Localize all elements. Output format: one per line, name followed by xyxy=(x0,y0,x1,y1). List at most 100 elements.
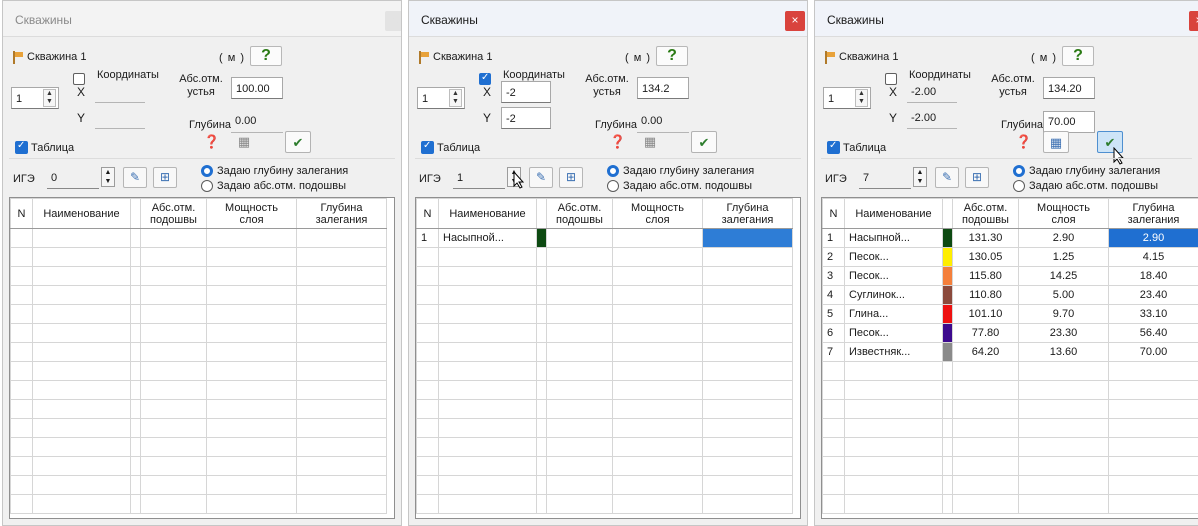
radio-abs[interactable] xyxy=(1013,180,1025,192)
cell-depth[interactable]: 23.40 xyxy=(1108,285,1198,305)
query-icon[interactable]: ❓ xyxy=(1011,131,1037,153)
cell-depth[interactable] xyxy=(296,228,387,248)
cell-thick[interactable] xyxy=(206,456,297,476)
cell-thick[interactable] xyxy=(1018,361,1109,381)
cell-abs[interactable] xyxy=(546,380,613,400)
cell-depth[interactable] xyxy=(702,494,793,514)
cell-thick[interactable] xyxy=(206,228,297,248)
cell-abs[interactable] xyxy=(546,475,613,495)
cell-abs[interactable]: 101.10 xyxy=(952,304,1019,324)
x-field[interactable] xyxy=(95,81,145,103)
cell-color[interactable] xyxy=(536,437,547,457)
cell-abs[interactable] xyxy=(546,437,613,457)
cell-n[interactable] xyxy=(10,456,33,476)
cell-depth[interactable] xyxy=(702,456,793,476)
cell-color[interactable] xyxy=(942,342,953,362)
cell-n[interactable] xyxy=(416,247,439,267)
cell-name[interactable] xyxy=(844,494,943,514)
cell-abs[interactable]: 64.20 xyxy=(952,342,1019,362)
cell-n[interactable] xyxy=(416,323,439,343)
cell-abs[interactable] xyxy=(140,456,207,476)
col-name-header[interactable]: Наименование xyxy=(438,198,537,229)
cell-thick[interactable] xyxy=(612,494,703,514)
cell-color[interactable] xyxy=(942,456,953,476)
cell-color[interactable] xyxy=(130,342,141,362)
table-row[interactable]: 5 Глина... 101.10 9.70 33.10 xyxy=(822,304,1198,324)
cell-depth[interactable] xyxy=(702,247,793,267)
cell-abs[interactable] xyxy=(952,456,1019,476)
ige-spinner-icon[interactable]: ▲▼ xyxy=(913,167,927,187)
cell-color[interactable] xyxy=(130,266,141,286)
well-number-spinner[interactable]: 1 ▲ ▼ xyxy=(417,87,465,109)
cell-depth[interactable] xyxy=(1108,399,1198,419)
spinner-arrows-icon[interactable]: ▲ ▼ xyxy=(43,89,56,107)
abs-mouth-field[interactable]: 134.20 xyxy=(1043,77,1095,99)
cell-name[interactable]: Насыпной... xyxy=(438,228,537,248)
cell-abs[interactable] xyxy=(952,380,1019,400)
radio-abs[interactable] xyxy=(607,180,619,192)
cell-color[interactable] xyxy=(536,285,547,305)
cell-n[interactable]: 1 xyxy=(822,228,845,248)
well-number-spinner[interactable]: 1 ▲ ▼ xyxy=(11,87,59,109)
table-row[interactable] xyxy=(822,456,1198,476)
cell-thick[interactable] xyxy=(612,304,703,324)
col-n-header[interactable]: N xyxy=(416,198,439,229)
col-abs-header[interactable]: Абс.отм. подошвы xyxy=(546,198,613,229)
cell-depth[interactable] xyxy=(296,418,387,438)
col-n-header[interactable]: N xyxy=(822,198,845,229)
cell-abs[interactable] xyxy=(140,437,207,457)
cell-thick[interactable] xyxy=(1018,475,1109,495)
cell-color[interactable] xyxy=(130,494,141,514)
layers-icon[interactable]: ▦ xyxy=(1043,131,1069,153)
table-row[interactable] xyxy=(10,418,387,438)
cell-thick[interactable]: 1.25 xyxy=(1018,247,1109,267)
cell-depth[interactable] xyxy=(702,437,793,457)
ige-field[interactable]: 1 xyxy=(453,167,505,189)
cell-depth[interactable] xyxy=(296,285,387,305)
cell-n[interactable] xyxy=(416,361,439,381)
cell-name[interactable] xyxy=(32,304,131,324)
ige-field[interactable]: 0 xyxy=(47,167,99,189)
cell-abs[interactable]: 130.05 xyxy=(952,247,1019,267)
table-row[interactable] xyxy=(416,418,793,438)
cell-n[interactable] xyxy=(416,418,439,438)
cell-name[interactable] xyxy=(32,380,131,400)
cell-depth[interactable] xyxy=(296,399,387,419)
cell-abs[interactable] xyxy=(546,418,613,438)
depth-field[interactable]: 70.00 xyxy=(1043,111,1095,133)
cell-color[interactable] xyxy=(130,323,141,343)
cell-name[interactable]: Известняк... xyxy=(844,342,943,362)
cell-thick[interactable] xyxy=(612,437,703,457)
table-row[interactable] xyxy=(10,266,387,286)
cell-name[interactable] xyxy=(32,418,131,438)
cell-thick[interactable] xyxy=(1018,399,1109,419)
cell-n[interactable] xyxy=(10,399,33,419)
cell-n[interactable]: 1 xyxy=(416,228,439,248)
cell-name[interactable] xyxy=(844,380,943,400)
cell-name[interactable] xyxy=(438,304,537,324)
table-row[interactable] xyxy=(416,304,793,324)
cell-abs[interactable] xyxy=(546,399,613,419)
cell-thick[interactable] xyxy=(612,266,703,286)
spinner-arrows-icon[interactable]: ▲ ▼ xyxy=(855,89,868,107)
insert-row-icon[interactable]: ⊞ xyxy=(965,167,989,188)
table-row[interactable] xyxy=(10,399,387,419)
cell-abs[interactable] xyxy=(546,247,613,267)
cell-depth[interactable] xyxy=(296,475,387,495)
cell-thick[interactable] xyxy=(1018,418,1109,438)
layers-table[interactable]: N Наименование Абс.отм. подошвы Мощность слоя… xyxy=(9,197,395,519)
cell-depth[interactable] xyxy=(296,323,387,343)
cell-thick[interactable] xyxy=(1018,456,1109,476)
title-bar[interactable]: Скважины × xyxy=(3,1,401,37)
cell-n[interactable] xyxy=(10,361,33,381)
edit-layer-icon[interactable]: ✎ xyxy=(529,167,553,188)
cell-thick[interactable] xyxy=(612,247,703,267)
cell-name[interactable] xyxy=(438,456,537,476)
table-row[interactable] xyxy=(822,475,1198,495)
table-row[interactable] xyxy=(416,494,793,514)
cell-n[interactable] xyxy=(416,399,439,419)
cell-thick[interactable]: 9.70 xyxy=(1018,304,1109,324)
cell-color[interactable] xyxy=(536,399,547,419)
cell-depth[interactable]: 33.10 xyxy=(1108,304,1198,324)
cell-color[interactable] xyxy=(942,304,953,324)
